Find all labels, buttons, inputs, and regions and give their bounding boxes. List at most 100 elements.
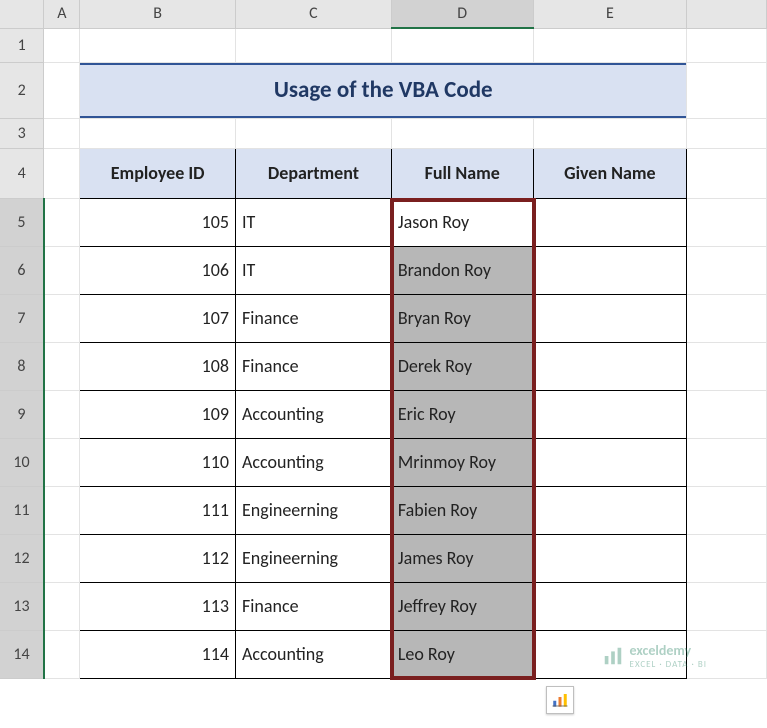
cell-A5[interactable] [44,198,80,246]
cell-empid[interactable]: 106 [80,246,236,294]
cell-fullname[interactable]: Mrinmoy Roy [391,438,533,486]
cell-A12[interactable] [44,534,80,582]
cell-D1[interactable] [391,28,533,62]
cell-dept[interactable]: IT [236,198,392,246]
row-header-14[interactable]: 14 [0,630,44,678]
col-header-A[interactable]: A [44,0,80,28]
cell-empid[interactable]: 108 [80,342,236,390]
cell-F5[interactable] [687,198,767,246]
cell-A14[interactable] [44,630,80,678]
cell-given[interactable] [533,438,687,486]
cell-C3[interactable] [236,118,392,148]
row-header-11[interactable]: 11 [0,486,44,534]
title-cell[interactable]: Usage of the VBA Code [80,62,687,118]
cell-given[interactable] [533,294,687,342]
cell-C1[interactable] [236,28,392,62]
cell-B3[interactable] [80,118,236,148]
cell-given[interactable] [533,534,687,582]
cell-F1[interactable] [687,28,767,62]
col-header-E[interactable]: E [533,0,687,28]
cell-dept[interactable]: Finance [236,294,392,342]
row-header-8[interactable]: 8 [0,342,44,390]
cell-given[interactable] [533,486,687,534]
cell-empid[interactable]: 112 [80,534,236,582]
header-department[interactable]: Department [236,148,392,198]
cell-empid[interactable]: 109 [80,390,236,438]
cell-F11[interactable] [687,486,767,534]
header-full-name[interactable]: Full Name [391,148,533,198]
cell-dept[interactable]: Engineerning [236,486,392,534]
cell-F3[interactable] [687,118,767,148]
cell-empid[interactable]: 113 [80,582,236,630]
cell-D3[interactable] [391,118,533,148]
cell-given[interactable] [533,246,687,294]
cell-fullname[interactable]: Jeffrey Roy [391,582,533,630]
row-header-9[interactable]: 9 [0,390,44,438]
cell-F7[interactable] [687,294,767,342]
cell-given[interactable] [533,390,687,438]
cell-A13[interactable] [44,582,80,630]
cell-dept[interactable]: Finance [236,582,392,630]
cell-given[interactable] [533,198,687,246]
cell-A10[interactable] [44,438,80,486]
cell-A1[interactable] [44,28,80,62]
col-header-blank[interactable] [687,0,767,28]
cell-F6[interactable] [687,246,767,294]
cell-empid[interactable]: 107 [80,294,236,342]
cell-empid[interactable]: 111 [80,486,236,534]
cell-fullname[interactable]: Derek Roy [391,342,533,390]
cell-A4[interactable] [44,148,80,198]
cell-dept[interactable]: Accounting [236,630,392,678]
cell-fullname[interactable]: Eric Roy [391,390,533,438]
row-header-2[interactable]: 2 [0,62,44,118]
cell-A8[interactable] [44,342,80,390]
cell-F10[interactable] [687,438,767,486]
cell-fullname[interactable]: Leo Roy [391,630,533,678]
col-header-B[interactable]: B [80,0,236,28]
cell-given[interactable] [533,342,687,390]
row-header-10[interactable]: 10 [0,438,44,486]
row-header-1[interactable]: 1 [0,28,44,62]
cell-E3[interactable] [533,118,687,148]
col-header-C[interactable]: C [236,0,392,28]
cell-B1[interactable] [80,28,236,62]
row-header-3[interactable]: 3 [0,118,44,148]
col-header-D[interactable]: D [391,0,533,28]
cell-F8[interactable] [687,342,767,390]
header-employee-id[interactable]: Employee ID [80,148,236,198]
cell-empid[interactable]: 110 [80,438,236,486]
cell-F13[interactable] [687,582,767,630]
row-header-4[interactable]: 4 [0,148,44,198]
cell-fullname[interactable]: Bryan Roy [391,294,533,342]
cell-dept[interactable]: Finance [236,342,392,390]
cell-given[interactable] [533,582,687,630]
cell-A3[interactable] [44,118,80,148]
cell-F2[interactable] [687,62,767,118]
cell-fullname[interactable]: James Roy [391,534,533,582]
row-header-7[interactable]: 7 [0,294,44,342]
row-header-5[interactable]: 5 [0,198,44,246]
header-given-name[interactable]: Given Name [533,148,687,198]
cell-dept[interactable]: Engineerning [236,534,392,582]
cell-A6[interactable] [44,246,80,294]
cell-A2[interactable] [44,62,80,118]
cell-empid[interactable]: 114 [80,630,236,678]
cell-dept[interactable]: IT [236,246,392,294]
cell-A7[interactable] [44,294,80,342]
cell-fullname[interactable]: Fabien Roy [391,486,533,534]
cell-F9[interactable] [687,390,767,438]
quick-analysis-icon[interactable] [546,686,574,714]
cell-F4[interactable] [687,148,767,198]
row-header-13[interactable]: 13 [0,582,44,630]
cell-fullname[interactable]: Brandon Roy [391,246,533,294]
spreadsheet-grid[interactable]: A B C D E 1 2 Usage of the VBA Code 3 4 [0,0,767,679]
row-header-6[interactable]: 6 [0,246,44,294]
row-header-12[interactable]: 12 [0,534,44,582]
cell-dept[interactable]: Accounting [236,390,392,438]
cell-F12[interactable] [687,534,767,582]
cell-empid[interactable]: 105 [80,198,236,246]
cell-A9[interactable] [44,390,80,438]
cell-E1[interactable] [533,28,687,62]
cell-A11[interactable] [44,486,80,534]
select-all-corner[interactable] [0,0,44,28]
